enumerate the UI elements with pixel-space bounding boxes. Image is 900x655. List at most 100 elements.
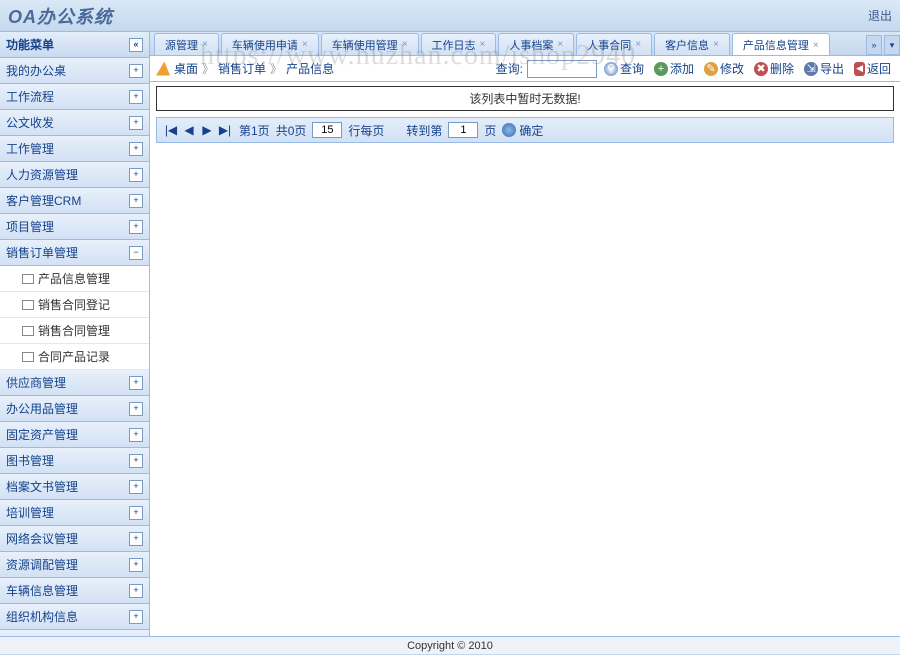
sidebar-item[interactable]: 项目管理+	[0, 214, 149, 240]
pager-first-icon[interactable]: |◀	[163, 122, 179, 138]
pager-unit-label: 页	[484, 122, 496, 139]
add-button[interactable]: +添加	[651, 58, 697, 79]
collapse-icon[interactable]: −	[129, 246, 143, 260]
close-icon[interactable]: ×	[302, 39, 308, 50]
tab-bar: 源管理×车辆使用申请×车辆使用管理×工作日志×人事档案×人事合同×客户信息×产品…	[150, 32, 900, 56]
close-icon[interactable]: ×	[480, 39, 486, 50]
sidebar-item[interactable]: 车辆信息管理+	[0, 578, 149, 604]
export-icon: ⇲	[804, 62, 818, 76]
globe-icon	[502, 123, 516, 137]
sidebar-item[interactable]: 工作流程+	[0, 84, 149, 110]
expand-icon[interactable]: +	[129, 428, 143, 442]
edit-button[interactable]: ✎修改	[701, 58, 747, 79]
expand-icon[interactable]: +	[129, 168, 143, 182]
toolbar: 桌面 》 销售订单 》 产品信息 查询: ⚲查询 +添加 ✎修改 ✖删除 ⇲导出…	[150, 56, 900, 82]
close-icon[interactable]: ×	[813, 40, 819, 51]
tab[interactable]: 产品信息管理×	[732, 33, 830, 55]
delete-button[interactable]: ✖删除	[751, 58, 797, 79]
edit-icon: ✎	[704, 62, 718, 76]
sidebar-item[interactable]: 资源调配管理+	[0, 552, 149, 578]
app-logo: OA办公系统	[8, 3, 113, 29]
expand-icon[interactable]: +	[129, 90, 143, 104]
sidebar-subitem[interactable]: 销售合同登记	[0, 292, 149, 318]
sidebar-subitem[interactable]: 产品信息管理	[0, 266, 149, 292]
expand-icon[interactable]: +	[129, 142, 143, 156]
expand-icon[interactable]: +	[129, 402, 143, 416]
expand-icon[interactable]: +	[129, 558, 143, 572]
tab-menu-icon[interactable]: ▾	[884, 35, 900, 55]
tab-scroll-right-icon[interactable]: »	[866, 35, 882, 55]
sidebar-item[interactable]: 办公用品管理+	[0, 396, 149, 422]
delete-icon: ✖	[754, 62, 768, 76]
expand-icon[interactable]: +	[129, 506, 143, 520]
sidebar-item[interactable]: 组织机构信息+	[0, 604, 149, 630]
back-icon: ◀	[854, 62, 865, 76]
expand-icon[interactable]: +	[129, 610, 143, 624]
sidebar: 功能菜单 « 我的办公桌+工作流程+公文收发+工作管理+人力资源管理+客户管理C…	[0, 32, 150, 636]
pager-confirm-button[interactable]: 确定	[502, 122, 543, 139]
breadcrumb-current: 产品信息	[286, 60, 334, 77]
desktop-icon	[156, 62, 170, 76]
sidebar-item[interactable]: 档案文书管理+	[0, 474, 149, 500]
expand-icon[interactable]: +	[129, 220, 143, 234]
collapse-icon[interactable]: «	[129, 38, 143, 52]
expand-icon[interactable]: +	[129, 194, 143, 208]
search-label: 查询:	[496, 60, 523, 77]
tab[interactable]: 车辆使用管理×	[321, 33, 419, 55]
tab[interactable]: 人事档案×	[498, 33, 574, 55]
tab[interactable]: 人事合同×	[576, 33, 652, 55]
close-icon[interactable]: ×	[557, 39, 563, 50]
page-size-input[interactable]	[312, 122, 342, 138]
sidebar-title: 功能菜单 «	[0, 32, 149, 58]
expand-icon[interactable]: +	[129, 376, 143, 390]
sidebar-subitem[interactable]: 合同产品记录	[0, 344, 149, 370]
breadcrumb-sep: 》	[202, 60, 214, 77]
page-icon	[22, 300, 34, 310]
close-icon[interactable]: ×	[635, 39, 641, 50]
search-button[interactable]: ⚲查询	[601, 58, 647, 79]
breadcrumb-root[interactable]: 桌面	[174, 60, 198, 77]
sidebar-item[interactable]: 固定资产管理+	[0, 422, 149, 448]
sidebar-item[interactable]: 销售订单管理−	[0, 240, 149, 266]
close-icon[interactable]: ×	[713, 39, 719, 50]
sidebar-item[interactable]: 公文收发+	[0, 110, 149, 136]
sidebar-item[interactable]: 人力资源管理+	[0, 162, 149, 188]
expand-icon[interactable]: +	[129, 480, 143, 494]
page-icon	[22, 352, 34, 362]
exit-link[interactable]: 退出	[868, 7, 892, 24]
back-button[interactable]: ◀返回	[851, 58, 894, 79]
sidebar-item[interactable]: 我的办公桌+	[0, 58, 149, 84]
search-icon: ⚲	[604, 62, 618, 76]
tab[interactable]: 源管理×	[154, 33, 219, 55]
sidebar-item[interactable]: 供应商管理+	[0, 370, 149, 396]
page-icon	[22, 326, 34, 336]
sidebar-item[interactable]: 网络会议管理+	[0, 526, 149, 552]
sidebar-item[interactable]: 图书管理+	[0, 448, 149, 474]
footer: Copyright © 2010	[0, 636, 900, 654]
sidebar-item[interactable]: 客户管理CRM+	[0, 188, 149, 214]
search-input[interactable]	[527, 60, 597, 78]
close-icon[interactable]: ×	[202, 39, 208, 50]
goto-page-input[interactable]	[448, 122, 478, 138]
expand-icon[interactable]: +	[129, 532, 143, 546]
pager-prev-icon[interactable]: ◀	[181, 122, 197, 138]
sidebar-item[interactable]: 培训管理+	[0, 500, 149, 526]
export-button[interactable]: ⇲导出	[801, 58, 847, 79]
sidebar-item[interactable]: 工作管理+	[0, 136, 149, 162]
pager-next-icon[interactable]: ▶	[199, 122, 215, 138]
tab[interactable]: 客户信息×	[654, 33, 730, 55]
close-icon[interactable]: ×	[402, 39, 408, 50]
breadcrumb-item[interactable]: 销售订单	[218, 60, 266, 77]
main-panel: 源管理×车辆使用申请×车辆使用管理×工作日志×人事档案×人事合同×客户信息×产品…	[150, 32, 900, 636]
tab[interactable]: 车辆使用申请×	[221, 33, 319, 55]
pager-goto-label: 转到第	[406, 122, 442, 139]
tab[interactable]: 工作日志×	[421, 33, 497, 55]
expand-icon[interactable]: +	[129, 454, 143, 468]
sidebar-subitem[interactable]: 销售合同管理	[0, 318, 149, 344]
expand-icon[interactable]: +	[129, 64, 143, 78]
expand-icon[interactable]: +	[129, 584, 143, 598]
page-icon	[22, 274, 34, 284]
expand-icon[interactable]: +	[129, 116, 143, 130]
pager: |◀ ◀ ▶ ▶| 第1页 共0页 行每页 转到第 页 确定	[156, 117, 894, 143]
pager-last-icon[interactable]: ▶|	[217, 122, 233, 138]
